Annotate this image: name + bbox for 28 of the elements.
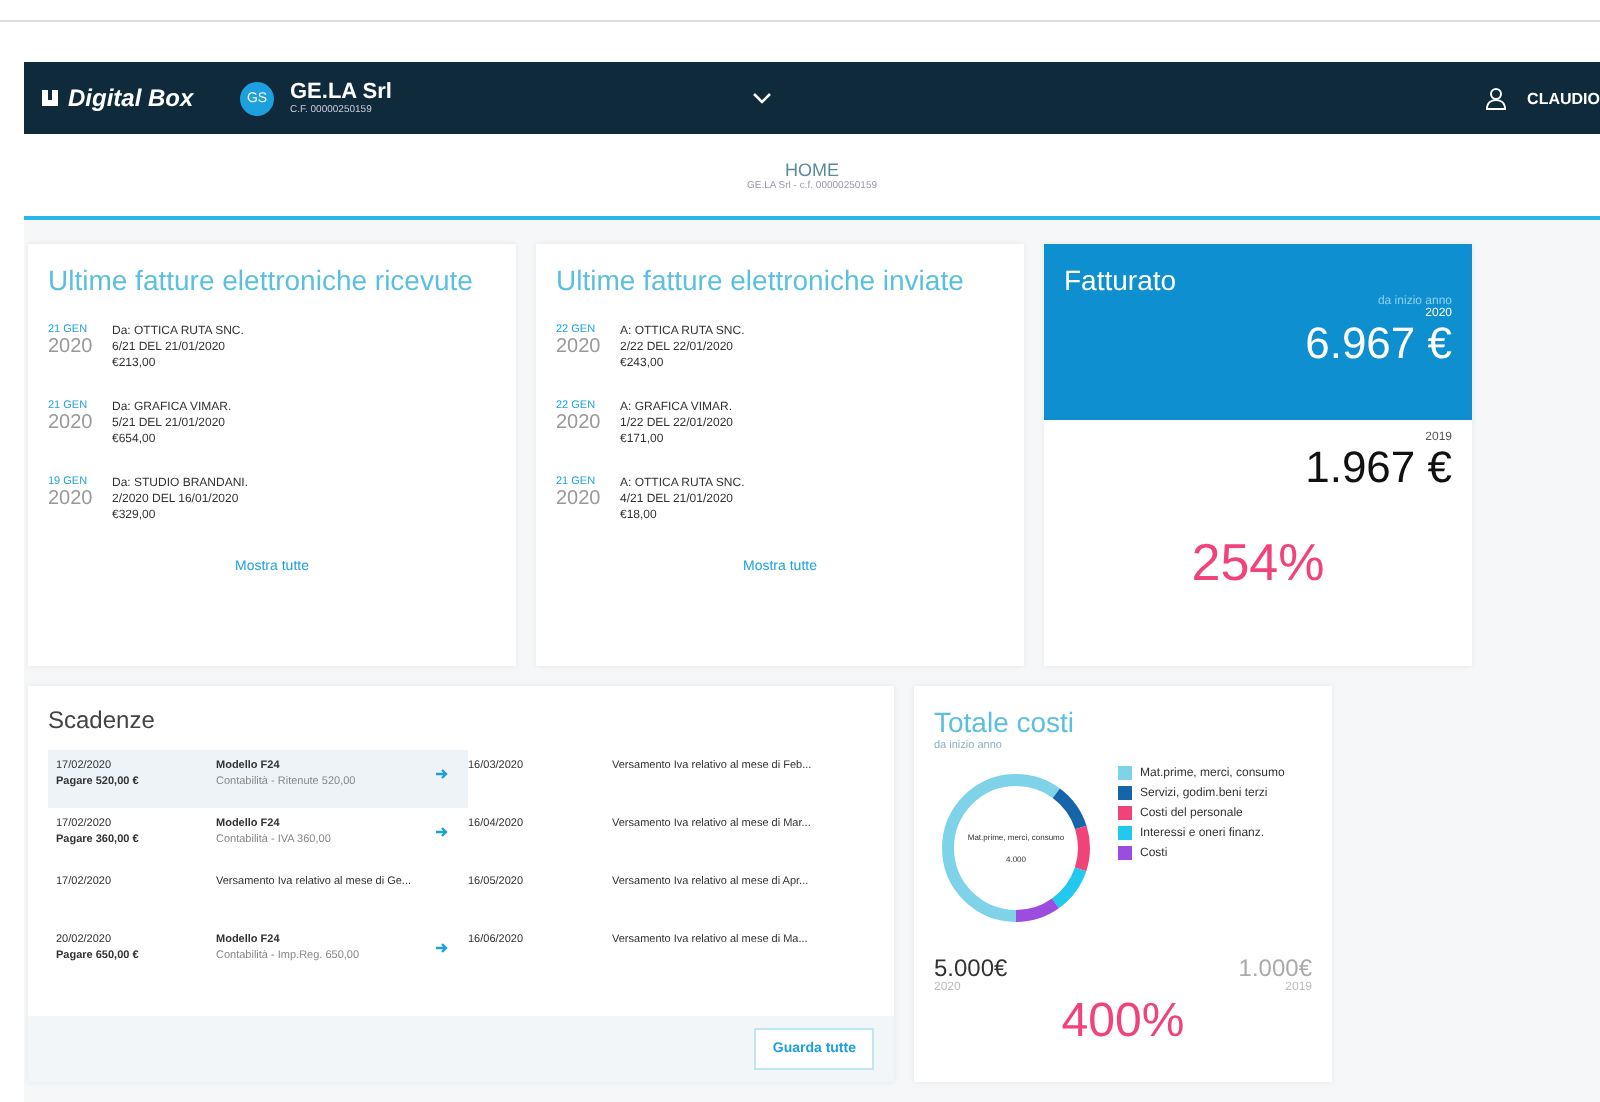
card-title: Ultime fatture elettroniche ricevute xyxy=(48,264,475,296)
previous-costs: 1.000€ xyxy=(1238,954,1312,982)
app-logo[interactable]: Digital Box xyxy=(40,84,240,112)
deadlines-title: Scadenze xyxy=(48,706,157,734)
logo-text: Digital Box xyxy=(68,84,194,112)
invoice-year: 2020 xyxy=(556,412,603,434)
invoice-year: 2020 xyxy=(556,488,603,510)
previous-revenue: 1.967 € xyxy=(1305,444,1452,492)
chevron-down-icon[interactable] xyxy=(751,92,772,104)
invoice-year: 2020 xyxy=(556,336,603,358)
revenue-title: Fatturato xyxy=(1064,264,1179,296)
invoice-year: 2020 xyxy=(48,488,95,510)
current-costs: 5.000€ xyxy=(934,954,1008,982)
costs-change: 400% xyxy=(1061,994,1185,1050)
arrow-right-icon[interactable] xyxy=(436,942,450,954)
invoice-year: 2020 xyxy=(48,336,95,358)
logo-icon xyxy=(40,88,60,108)
company-name: GE.LA Srl xyxy=(290,80,392,104)
costs-title: Totale costi xyxy=(934,706,1077,738)
arrow-right-icon[interactable] xyxy=(436,826,450,838)
page-title: HOME xyxy=(785,159,839,179)
revenue-change: 254% xyxy=(1191,532,1325,594)
invoice-year: 2020 xyxy=(48,412,95,434)
current-revenue: 6.967 € xyxy=(1305,320,1452,368)
card-title: Ultime fatture elettroniche inviate xyxy=(556,264,966,296)
arrow-right-icon[interactable] xyxy=(436,768,450,780)
user-name[interactable]: CLAUDIO xyxy=(1527,89,1600,107)
user-icon[interactable] xyxy=(1483,86,1508,110)
